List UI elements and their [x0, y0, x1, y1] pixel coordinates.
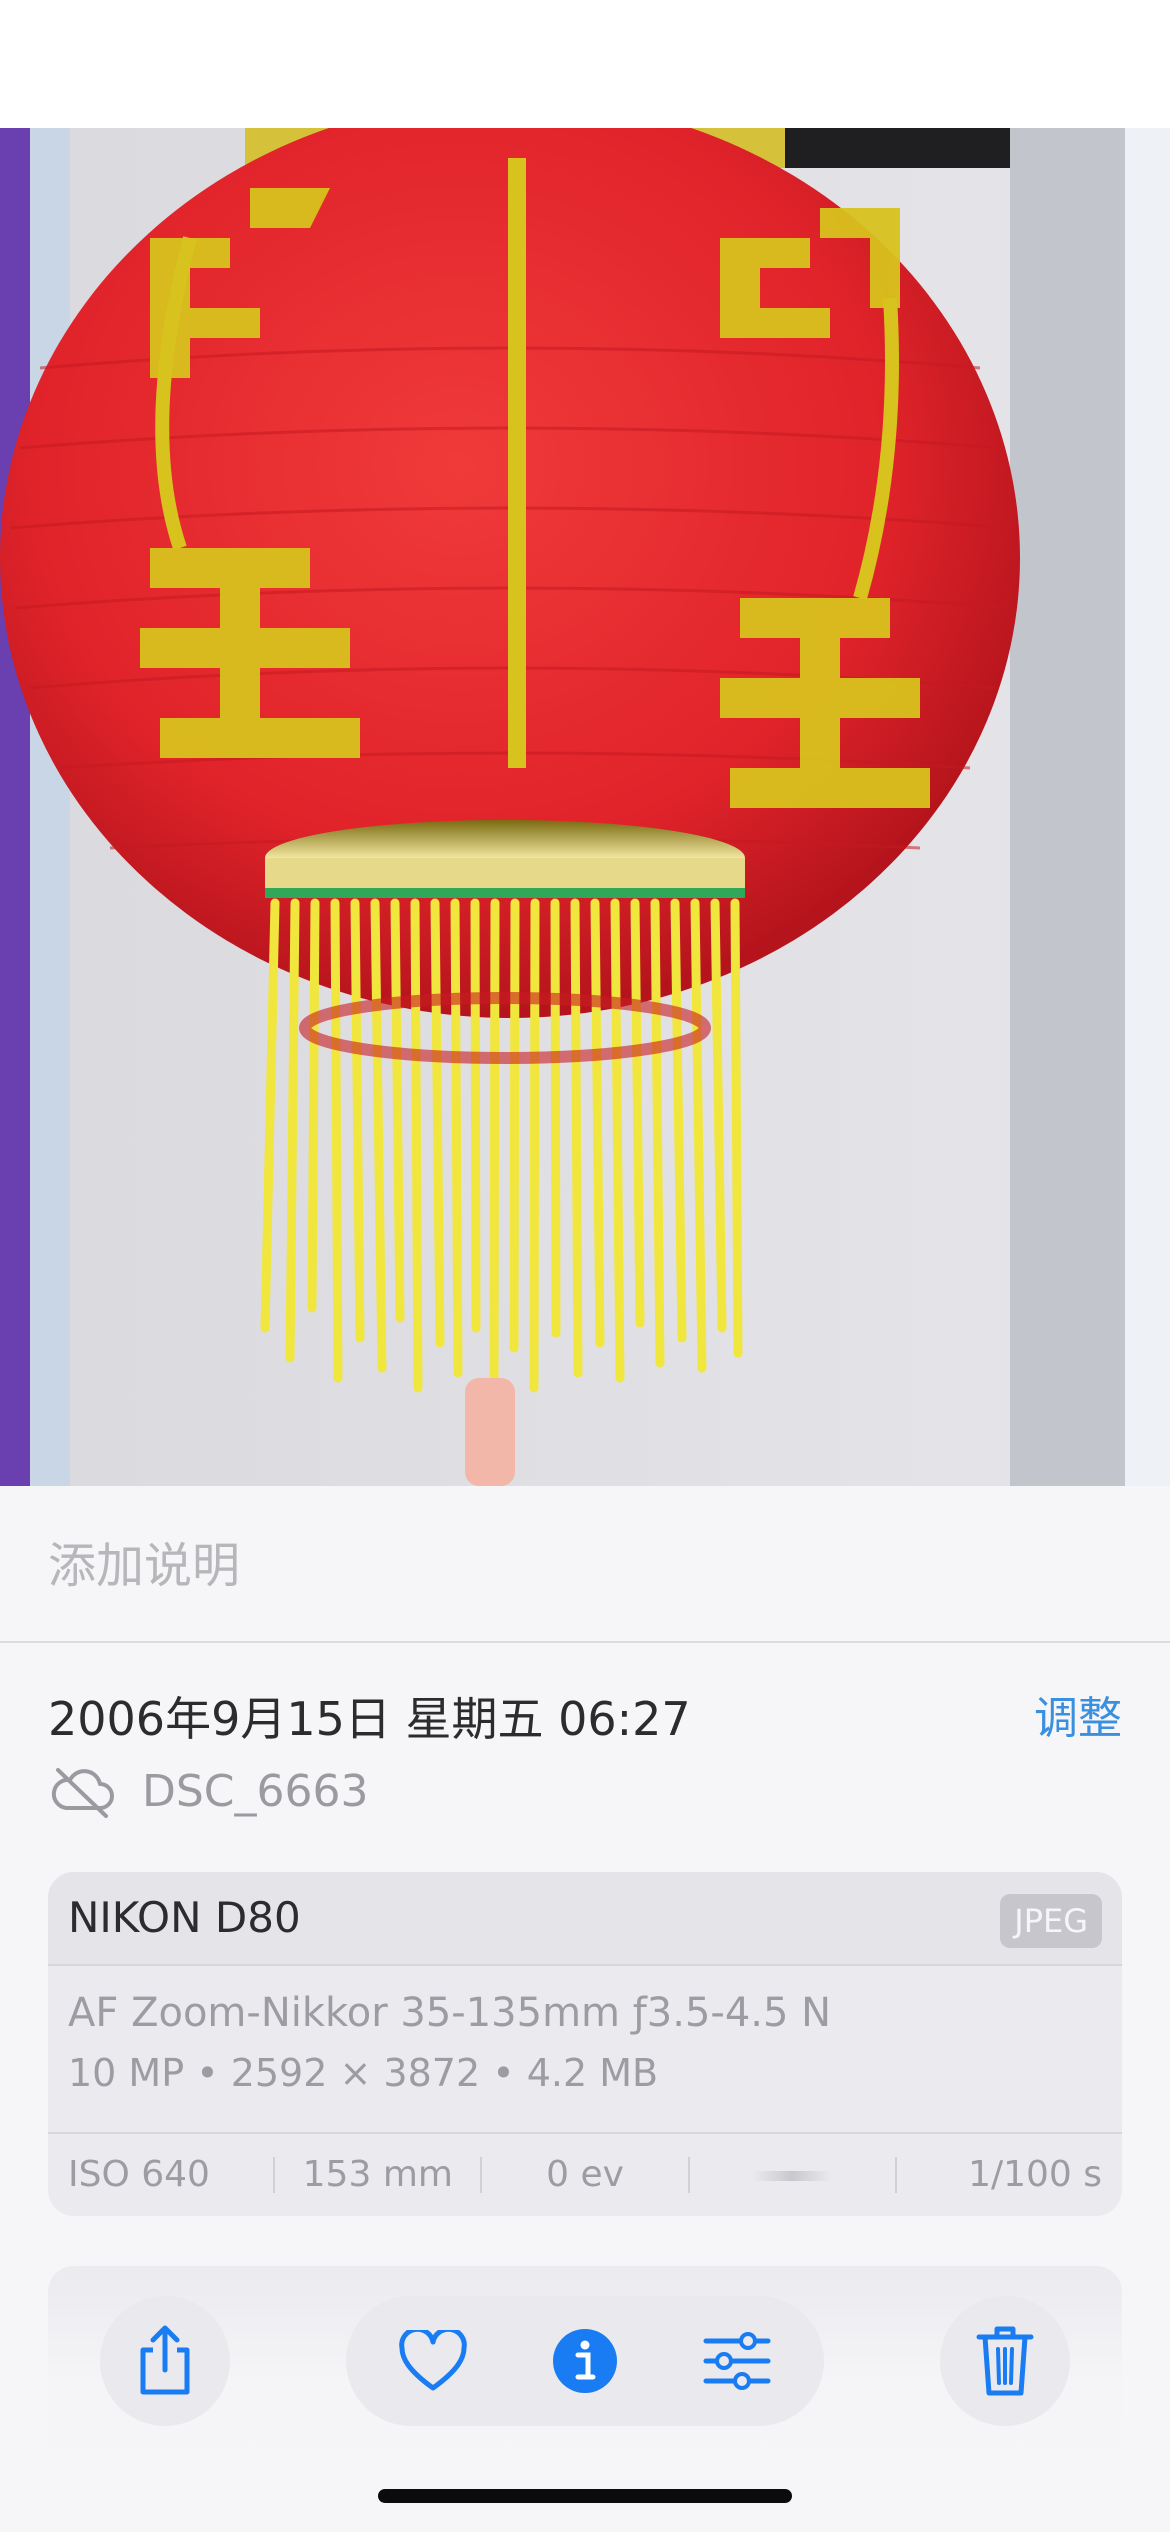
top-bar [0, 0, 1170, 128]
lens-model: AF Zoom-Nikkor 35-135mm ƒ3.5-4.5 N [68, 1990, 832, 2036]
photo[interactable] [0, 128, 1170, 1486]
iso-value: ISO 640 [68, 2154, 210, 2195]
favorite-button[interactable] [368, 2296, 498, 2426]
center-actions [346, 2296, 824, 2426]
exif-card-header: NIKON D80 JPEG [48, 1872, 1122, 1964]
share-icon [140, 2325, 190, 2395]
delete-button[interactable] [940, 2296, 1070, 2426]
divider [48, 1964, 1122, 1966]
lantern-photo [0, 128, 1170, 1486]
exif-values-row: ISO 640 153 mm 0 ev 1/100 s [48, 2134, 1122, 2216]
heart-icon [399, 2330, 467, 2391]
photo-datetime: 2006年9月15日 星期五 06:27 [48, 1692, 691, 1746]
image-specs: 10 MP • 2592 × 3872 • 4.2 MB [68, 2051, 659, 2095]
adjust-date-button[interactable]: 调整 [1034, 1688, 1122, 1750]
format-badge: JPEG [1000, 1894, 1102, 1948]
file-name: DSC_6663 [142, 1766, 369, 1817]
trash-icon [976, 2326, 1034, 2396]
exif-card: NIKON D80 JPEG AF Zoom-Nikkor 35-135mm ƒ… [48, 1872, 1122, 2216]
info-button[interactable] [520, 2296, 650, 2426]
aperture-placeholder [690, 2134, 895, 2216]
info-icon [553, 2329, 617, 2393]
edit-button[interactable] [672, 2296, 802, 2426]
cloud-off-icon [51, 1768, 114, 1818]
home-indicator[interactable] [378, 2489, 792, 2503]
share-button[interactable] [100, 2296, 230, 2426]
sliders-icon [703, 2332, 771, 2390]
file-row: DSC_6663 [48, 1762, 369, 1822]
loading-bar [752, 2171, 833, 2181]
exposure-bias-value: 0 ev [546, 2154, 624, 2195]
shutter-speed-value: 1/100 s [968, 2154, 1103, 2195]
divider [0, 1641, 1170, 1643]
focal-length-value: 153 mm [302, 2154, 453, 2195]
camera-model: NIKON D80 [68, 1893, 301, 1942]
caption-field[interactable]: 添加说明 [48, 1536, 1048, 1596]
